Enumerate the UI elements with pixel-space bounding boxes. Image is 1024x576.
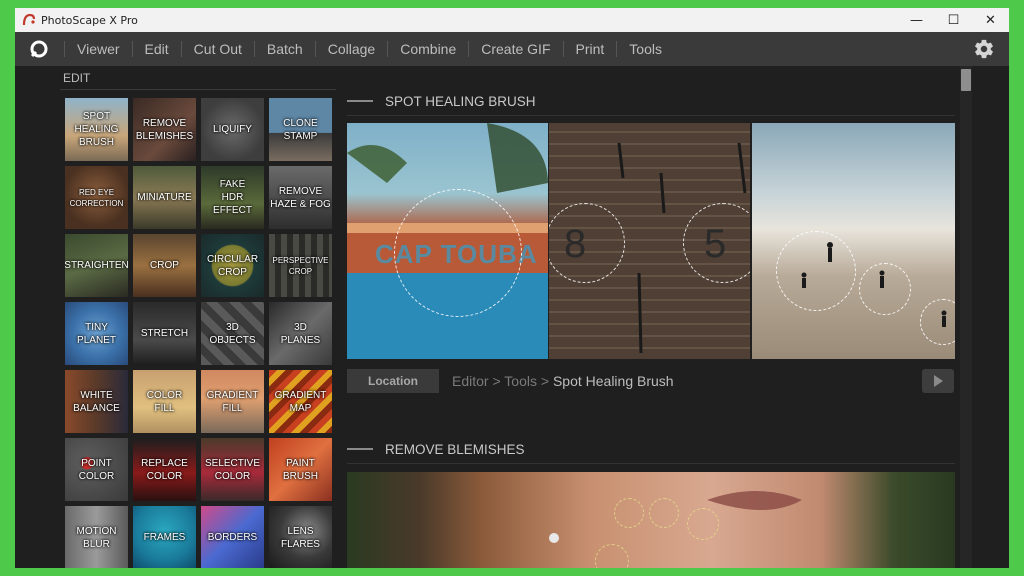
breadcrumb-editor[interactable]: Editor (452, 373, 489, 389)
healing-circle (859, 263, 911, 315)
menu-tools[interactable]: Tools (617, 41, 674, 57)
menu-cut-out[interactable]: Cut Out (182, 41, 254, 57)
window-title: PhotoScape X Pro (41, 13, 138, 27)
menu-print[interactable]: Print (564, 41, 617, 57)
preview-boat-image: CAP TOUBA (347, 123, 548, 359)
vertical-scrollbar[interactable] (960, 66, 972, 568)
tool-tiny-planet[interactable]: TINY PLANET (65, 302, 128, 365)
main-menu-bar: Viewer Edit Cut Out Batch Collage Combin… (15, 32, 1009, 66)
tool-3d-planes[interactable]: 3D PLANES (269, 302, 332, 365)
tool-motion-blur[interactable]: MOTION BLUR (65, 506, 128, 568)
tool-liquify[interactable]: LIQUIFY (201, 98, 264, 161)
spot-healing-preview: CAP TOUBA 8 5 (347, 123, 955, 359)
blemish-circle (687, 508, 719, 540)
tool-gradient-fill[interactable]: GRADIENT FILL (201, 370, 264, 433)
breadcrumb-tools[interactable]: Tools (504, 373, 537, 389)
tool-paint-brush[interactable]: PAINT BRUSH (269, 438, 332, 501)
photoscape-logo-icon[interactable] (28, 38, 50, 60)
close-button[interactable]: ✕ (972, 8, 1009, 32)
tool-borders[interactable]: BORDERS (201, 506, 264, 568)
edit-sidebar: EDIT SPOT HEALING BRUSH REMOVE BLEMISHES… (55, 66, 341, 568)
section-title: SPOT HEALING BRUSH (385, 93, 536, 109)
menu-batch[interactable]: Batch (255, 41, 315, 57)
remove-blemishes-preview (347, 472, 955, 568)
menu-collage[interactable]: Collage (316, 41, 387, 57)
menu-edit[interactable]: Edit (133, 41, 181, 57)
settings-gear-icon[interactable] (973, 38, 995, 60)
photoscape-app-icon (22, 13, 36, 26)
section-dash (347, 448, 373, 450)
tool-lens-flares[interactable]: LENS FLARES (269, 506, 332, 568)
tool-breadcrumb: Editor > Tools > Spot Healing Brush (452, 373, 674, 389)
edit-divider (60, 89, 336, 90)
breadcrumb-separator: > (540, 373, 550, 389)
tool-crop[interactable]: CROP (133, 234, 196, 297)
title-bar: PhotoScape X Pro — ☐ ✕ (15, 8, 1009, 32)
menu-create-gif[interactable]: Create GIF (469, 41, 562, 57)
tool-perspective-crop[interactable]: PERSPECTIVE CROP (269, 234, 332, 297)
scrollbar-thumb[interactable] (961, 69, 971, 91)
tool-white-balance[interactable]: WHITE BALANCE (65, 370, 128, 433)
edit-heading: EDIT (63, 71, 91, 85)
preview-beach-image (752, 123, 955, 359)
section-divider (347, 115, 955, 116)
play-icon (934, 375, 943, 387)
section-header: REMOVE BLEMISHES (347, 438, 525, 460)
menu-viewer[interactable]: Viewer (65, 41, 132, 57)
blemish-circle (614, 498, 644, 528)
section-title: REMOVE BLEMISHES (385, 441, 525, 457)
healing-circle (776, 231, 856, 311)
breadcrumb-current: Spot Healing Brush (552, 373, 674, 389)
section-divider (347, 463, 955, 464)
tool-point-color[interactable]: POINT COLOR (65, 438, 128, 501)
preview-brick-image: 8 5 (549, 123, 750, 359)
tool-selective-color[interactable]: SELECTIVE COLOR (201, 438, 264, 501)
menu-combine[interactable]: Combine (388, 41, 468, 57)
tool-remove-blemishes[interactable]: REMOVE BLEMISHES (133, 98, 196, 161)
tool-color-fill[interactable]: COLOR FILL (133, 370, 196, 433)
healing-circle (394, 189, 522, 317)
tool-clone-stamp[interactable]: CLONE STAMP (269, 98, 332, 161)
section-header: SPOT HEALING BRUSH (347, 90, 536, 112)
main-panel: SPOT HEALING BRUSH CAP TOUBA 8 5 Locatio… (347, 66, 957, 568)
tool-fake-hdr-effect[interactable]: FAKE HDR EFFECT (201, 166, 264, 229)
app-window: PhotoScape X Pro — ☐ ✕ Viewer Edit Cut O… (15, 8, 1009, 568)
section-dash (347, 100, 373, 102)
tool-frames[interactable]: FRAMES (133, 506, 196, 568)
tool-remove-haze-fog[interactable]: REMOVE HAZE & FOG (269, 166, 332, 229)
minimize-button[interactable]: — (898, 8, 935, 32)
tool-miniature[interactable]: MINIATURE (133, 166, 196, 229)
content-area: EDIT SPOT HEALING BRUSH REMOVE BLEMISHES… (15, 66, 1009, 568)
location-button[interactable]: Location (347, 369, 439, 393)
tool-spot-healing-brush[interactable]: SPOT HEALING BRUSH (65, 98, 128, 161)
tool-replace-color[interactable]: REPLACE COLOR (133, 438, 196, 501)
tool-red-eye-correction[interactable]: RED EYE CORRECTION (65, 166, 128, 229)
tool-straighten[interactable]: STRAIGHTEN (65, 234, 128, 297)
blemish-circle (649, 498, 679, 528)
tool-stretch[interactable]: STRETCH (133, 302, 196, 365)
tool-circular-crop[interactable]: CIRCULAR CROP (201, 234, 264, 297)
play-video-button[interactable] (922, 369, 954, 393)
tool-3d-objects[interactable]: 3D OBJECTS (201, 302, 264, 365)
breadcrumb-separator: > (492, 373, 501, 389)
tool-gradient-map[interactable]: GRADIENT MAP (269, 370, 332, 433)
maximize-button[interactable]: ☐ (935, 8, 972, 32)
